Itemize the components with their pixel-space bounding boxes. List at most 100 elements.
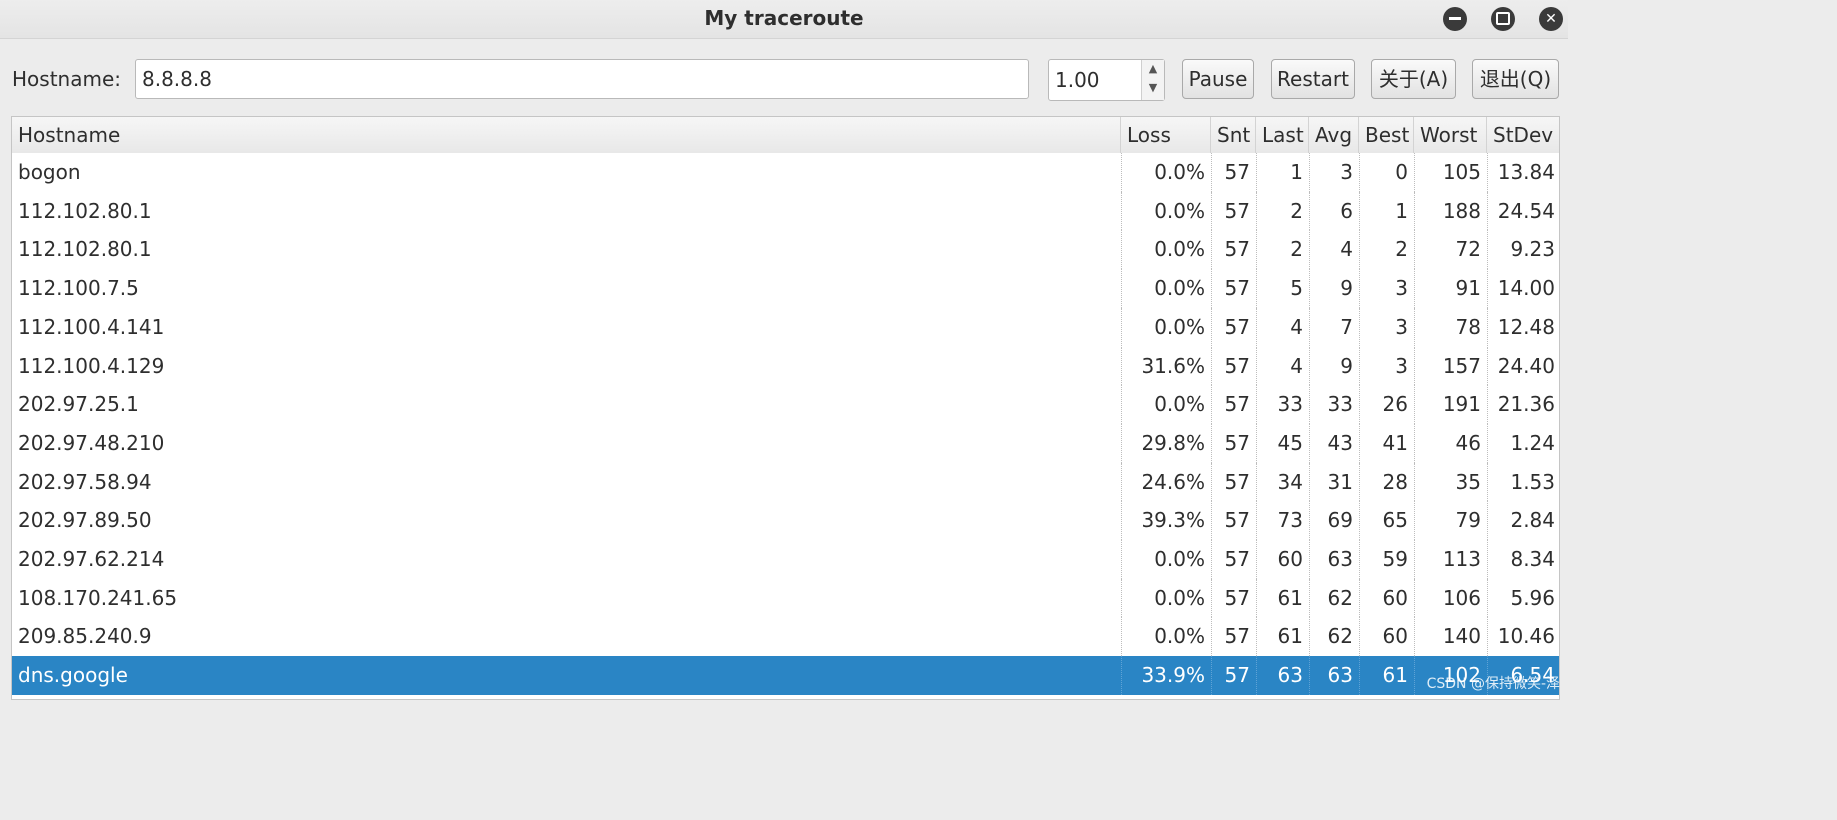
close-button[interactable]: ✕: [1539, 7, 1563, 31]
table-row[interactable]: 108.170.241.65 0.0% 57 61 62 60 106 5.96: [12, 578, 1559, 618]
cell-snt: 57: [1211, 656, 1256, 695]
cell-best: 3: [1359, 307, 1414, 347]
cell-best: 26: [1359, 385, 1414, 424]
table-row[interactable]: dns.google 33.9% 57 63 63 61 102 6.54: [12, 656, 1559, 695]
cell-hostname: 202.97.62.214: [18, 547, 165, 571]
cell-best: 28: [1359, 462, 1414, 502]
column-header-hostname[interactable]: Hostname: [12, 117, 1121, 153]
cell-stdev: 12.48: [1487, 307, 1559, 347]
window-title: My traceroute: [704, 6, 864, 30]
cell-snt: 57: [1211, 385, 1256, 424]
cell-loss: 0.0%: [1121, 153, 1211, 192]
table-row[interactable]: 209.85.240.9 0.0% 57 61 62 60 140 10.46: [12, 617, 1559, 657]
cell-loss: 31.6%: [1121, 346, 1211, 386]
cell-snt: 57: [1211, 307, 1256, 347]
cell-hostname: 202.97.89.50: [18, 508, 152, 533]
cell-stdev: 1.24: [1487, 423, 1559, 463]
table-row[interactable]: bogon 0.0% 57 1 3 0 105 13.84: [12, 153, 1559, 192]
cell-stdev: 10.46: [1487, 617, 1559, 657]
minimize-button[interactable]: [1443, 7, 1467, 31]
restart-button[interactable]: Restart: [1271, 59, 1355, 99]
column-header-last[interactable]: Last: [1256, 117, 1309, 153]
close-icon: ✕: [1545, 11, 1557, 27]
cell-stdev: 21.36: [1487, 385, 1559, 424]
table-row[interactable]: 202.97.25.1 0.0% 57 33 33 26 191 21.36: [12, 385, 1559, 424]
cell-last: 1: [1256, 153, 1309, 192]
cell-snt: 57: [1211, 578, 1256, 618]
pause-button[interactable]: Pause: [1182, 59, 1254, 99]
quit-button[interactable]: 退出(Q): [1472, 59, 1559, 99]
spinner-arrows: ▲ ▼: [1141, 60, 1164, 100]
cell-avg: 9: [1309, 346, 1359, 386]
cell-stdev: 14.00: [1487, 269, 1559, 308]
cell-hostname: 112.100.4.129: [18, 353, 165, 378]
interval-spinner[interactable]: 1.00 ▲ ▼: [1048, 59, 1165, 101]
cell-last: 61: [1256, 578, 1309, 618]
cell-loss: 24.6%: [1121, 462, 1211, 502]
table-row[interactable]: 202.97.62.214 0.0% 57 60 63 59 113 8.34: [12, 540, 1559, 579]
cell-snt: 57: [1211, 230, 1256, 270]
increment-arrow-icon[interactable]: ▲: [1142, 62, 1164, 75]
interval-value[interactable]: 1.00: [1055, 68, 1100, 92]
table-row[interactable]: 202.97.89.50 39.3% 57 73 69 65 79 2.84: [12, 501, 1559, 540]
cell-avg: 62: [1309, 617, 1359, 657]
table-row[interactable]: 112.100.7.5 0.0% 57 5 9 3 91 14.00: [12, 269, 1559, 308]
cell-last: 63: [1256, 656, 1309, 695]
cell-hostname: 112.100.4.141: [18, 314, 165, 339]
cell-best: 60: [1359, 617, 1414, 657]
cell-best: 3: [1359, 269, 1414, 308]
cell-hostname: 202.97.25.1: [18, 392, 139, 417]
cell-avg: 6: [1309, 191, 1359, 231]
cell-best: 41: [1359, 423, 1414, 463]
column-header-avg[interactable]: Avg: [1309, 117, 1359, 153]
cell-loss: 0.0%: [1121, 191, 1211, 231]
cell-best: 65: [1359, 501, 1414, 540]
cell-avg: 7: [1309, 307, 1359, 347]
cell-hostname: 202.97.58.94: [18, 469, 152, 494]
cell-loss: 39.3%: [1121, 501, 1211, 540]
about-button[interactable]: 关于(A): [1371, 59, 1456, 99]
cell-best: 2: [1359, 230, 1414, 270]
cell-stdev: 24.40: [1487, 346, 1559, 386]
cell-stdev: 9.23: [1487, 230, 1559, 270]
cell-hostname: 202.97.48.210: [18, 430, 165, 455]
cell-worst: 35: [1414, 462, 1487, 502]
cell-avg: 63: [1309, 540, 1359, 579]
cell-avg: 31: [1309, 462, 1359, 502]
hostname-input[interactable]: [135, 59, 1029, 99]
table-row[interactable]: 112.102.80.1 0.0% 57 2 4 2 72 9.23: [12, 230, 1559, 270]
cell-last: 61: [1256, 617, 1309, 657]
column-header-worst[interactable]: Worst: [1414, 117, 1487, 153]
column-header-best[interactable]: Best: [1359, 117, 1414, 153]
minimize-icon: [1449, 16, 1461, 20]
cell-snt: 57: [1211, 462, 1256, 502]
cell-best: 60: [1359, 578, 1414, 618]
cell-snt: 57: [1211, 153, 1256, 192]
table-row[interactable]: 202.97.58.94 24.6% 57 34 31 28 35 1.53: [12, 462, 1559, 502]
cell-loss: 0.0%: [1121, 617, 1211, 657]
column-header-stdev[interactable]: StDev: [1487, 117, 1559, 153]
decrement-arrow-icon[interactable]: ▼: [1142, 81, 1164, 94]
cell-hostname: 209.85.240.9: [18, 624, 152, 649]
cell-last: 5: [1256, 269, 1309, 308]
cell-avg: 62: [1309, 578, 1359, 618]
cell-loss: 29.8%: [1121, 423, 1211, 463]
cell-worst: 113: [1414, 540, 1487, 579]
cell-worst: 72: [1414, 230, 1487, 270]
cell-worst: 106: [1414, 578, 1487, 618]
cell-snt: 57: [1211, 423, 1256, 463]
column-header-loss[interactable]: Loss: [1121, 117, 1211, 153]
table-row[interactable]: 112.100.4.141 0.0% 57 4 7 3 78 12.48: [12, 307, 1559, 347]
table-row[interactable]: 112.100.4.129 31.6% 57 4 9 3 157 24.40: [12, 346, 1559, 386]
table-row[interactable]: 112.102.80.1 0.0% 57 2 6 1 188 24.54: [12, 191, 1559, 231]
maximize-button[interactable]: [1491, 7, 1515, 31]
cell-snt: 57: [1211, 346, 1256, 386]
cell-snt: 57: [1211, 540, 1256, 579]
cell-last: 33: [1256, 385, 1309, 424]
table-row[interactable]: 202.97.48.210 29.8% 57 45 43 41 46 1.24: [12, 423, 1559, 463]
cell-last: 2: [1256, 191, 1309, 231]
column-header-snt[interactable]: Snt: [1211, 117, 1256, 153]
cell-loss: 0.0%: [1121, 230, 1211, 270]
cell-last: 34: [1256, 462, 1309, 502]
cell-best: 3: [1359, 346, 1414, 386]
